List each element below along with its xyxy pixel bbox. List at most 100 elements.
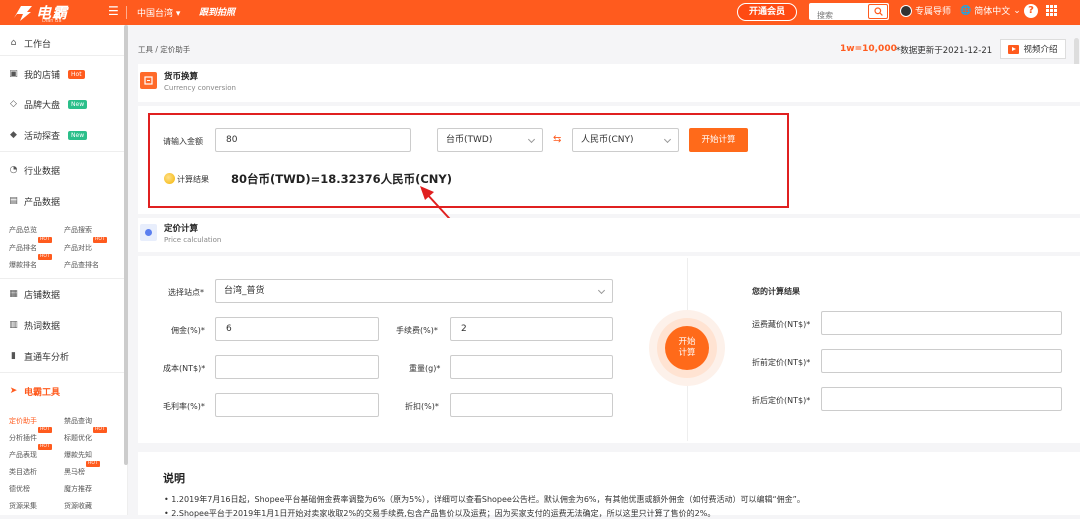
promo-link[interactable]: 跟到拍照 <box>199 5 235 18</box>
rocket-icon: ➤ <box>9 386 18 396</box>
sidebar-sub-item[interactable]: 黑马榜 <box>64 467 85 477</box>
shipping-label: 运费藏价(NT$)* <box>752 320 811 329</box>
sidebar-item-industry[interactable]: ◔ 行业数据 <box>9 164 60 178</box>
currency-subtitle: Currency conversion <box>164 84 236 92</box>
video-intro-button[interactable]: 视频介绍 <box>1000 39 1066 59</box>
sidebar-sub-item[interactable]: 货源收藏 <box>64 501 92 511</box>
after-price-output[interactable] <box>821 387 1062 411</box>
sidebar-item-product-data[interactable]: ▤ 产品数据 <box>9 195 60 209</box>
pricing-header-card: 定价计算 Price calculation <box>138 218 1080 252</box>
sidebar-sub-item[interactable]: 禁品查询 <box>64 416 92 426</box>
swap-icon[interactable]: ⇆ <box>553 134 561 145</box>
sidebar-item-keyword-data[interactable]: ▥ 热词数据 <box>9 319 60 333</box>
help-icon[interactable]: ? <box>1024 4 1038 18</box>
pricing-icon <box>140 224 157 241</box>
pricing-title: 定价计算 <box>164 224 199 234</box>
notes-title: 说明 <box>163 472 185 485</box>
calculate-button[interactable]: 开始 计算 <box>649 310 725 386</box>
fee-label: 手续费(%)* <box>396 326 438 335</box>
sidebar-item-workbench[interactable]: ⌂ 工作台 <box>9 37 51 51</box>
breadcrumb: 工具 / 定价助手 <box>138 45 191 54</box>
language-selector[interactable]: 🌐 简体中文 ⌄ <box>960 4 1021 18</box>
sidebar-sub-item[interactable]: 产品查排名 <box>64 260 99 270</box>
new-badge: New <box>68 131 88 140</box>
sidebar-sub-item[interactable]: 爆款先知 <box>64 450 92 460</box>
sidebar-sub-item[interactable]: 产品表现 <box>9 450 37 460</box>
sidebar-item-ads[interactable]: ▮ 直通车分析 <box>9 350 69 364</box>
chevron-down-icon <box>663 135 672 144</box>
result-label: 计算结果 <box>177 175 209 184</box>
cost-input[interactable] <box>215 355 379 379</box>
store-data-icon: ▦ <box>9 289 18 299</box>
brand-logo[interactable]: 电霸 Dian Ba <box>12 2 68 24</box>
sidebar-sub-item[interactable]: 爆款排名 <box>9 260 37 270</box>
margin-label: 毛利率(%)* <box>163 402 205 411</box>
hot-tag: HOT <box>38 237 52 243</box>
sidebar-item-store-data[interactable]: ▦ 店铺数据 <box>9 288 60 302</box>
sidebar-sub-item-active[interactable]: 定价助手 <box>9 416 37 426</box>
mentor-link[interactable]: 专属导师 <box>900 4 951 17</box>
notes-card <box>138 452 1080 515</box>
coin-icon <box>164 173 175 184</box>
search-input[interactable] <box>809 7 865 24</box>
video-icon <box>1008 44 1020 54</box>
hot-tag: HOT <box>93 237 107 243</box>
hot-badge: Hot <box>68 70 85 79</box>
fee-input[interactable]: 2 <box>450 317 613 341</box>
cost-label: 成本(NT$)* <box>163 364 206 373</box>
apps-grid-icon[interactable] <box>1046 5 1057 16</box>
sidebar-scrollbar[interactable] <box>124 25 128 465</box>
weight-label: 重量(g)* <box>409 364 441 373</box>
sidebar-sub-item[interactable]: 货源采集 <box>9 501 37 511</box>
convert-button[interactable]: 开始计算 <box>689 128 748 152</box>
currency-header-card: 货币换算 Currency conversion <box>138 64 1080 102</box>
home-icon: ⌂ <box>10 38 17 48</box>
discount-label: 折扣(%)* <box>405 402 439 411</box>
before-price-label: 折前定价(NT$)* <box>752 358 811 367</box>
vip-button[interactable]: 开通会员 <box>737 3 797 21</box>
after-price-label: 折后定价(NT$)* <box>752 396 811 405</box>
sidebar-item-activity[interactable]: ◆ 活动探查 New <box>9 129 88 142</box>
discount-input[interactable] <box>450 393 613 417</box>
box-icon: ▤ <box>9 196 18 206</box>
sidebar: ⌂ 工作台 ▣ 我的店铺 Hot ◇ 品牌大盘 New ◆ 活动探查 New ◔ 行业数据… <box>0 25 128 515</box>
top-bar: 电霸 Dian Ba ☰ 中国台湾 ▾ 跟到拍照 开通会员 专属导师 🌐 简体中… <box>0 0 1080 25</box>
sidebar-sub-item[interactable]: 标题优化 <box>64 433 92 443</box>
chevron-down-icon <box>597 286 606 295</box>
diamond-icon: ◇ <box>10 99 17 109</box>
commission-label: 佣金(%)* <box>171 326 205 335</box>
menu-toggle-icon[interactable]: ☰ <box>108 4 119 18</box>
sidebar-sub-item[interactable]: 德优榜 <box>9 484 30 494</box>
sidebar-item-brand-market[interactable]: ◇ 品牌大盘 New <box>9 98 88 111</box>
margin-input[interactable] <box>215 393 379 417</box>
bar-chart-icon: ▮ <box>11 351 16 361</box>
search-icon[interactable] <box>868 4 888 19</box>
from-currency-select[interactable]: 台币(TWD) <box>437 128 543 152</box>
sidebar-sub-item[interactable]: 类目选析 <box>9 467 37 477</box>
update-note: *数据更新于2021-12-21 <box>896 46 993 56</box>
logo-icon <box>12 4 34 22</box>
currency-icon <box>140 72 157 89</box>
commission-input[interactable]: 6 <box>215 317 379 341</box>
region-selector[interactable]: 中国台湾 ▾ <box>137 6 180 19</box>
unit-note: 1w=10,000 <box>840 44 897 54</box>
sidebar-sub-item[interactable]: 产品对比 <box>64 243 92 253</box>
sidebar-sub-item[interactable]: 产品排名 <box>9 243 37 253</box>
weight-input[interactable] <box>450 355 613 379</box>
store-icon: ▣ <box>9 69 18 79</box>
before-price-output[interactable] <box>821 349 1062 373</box>
sidebar-item-tools[interactable]: ➤ 电霸工具 <box>9 385 60 399</box>
to-currency-select[interactable]: 人民币(CNY) <box>572 128 679 152</box>
sidebar-sub-item[interactable]: 分析插件 <box>9 433 37 443</box>
hot-tag: HOT <box>38 444 52 450</box>
site-select[interactable]: 台湾_普货 <box>215 279 613 303</box>
sidebar-sub-item[interactable]: 产品总览 <box>9 225 37 235</box>
site-label: 选择站点* <box>168 288 204 297</box>
sidebar-sub-item[interactable]: 产品搜索 <box>64 225 92 235</box>
tag-icon: ◆ <box>10 130 17 140</box>
sidebar-item-my-store[interactable]: ▣ 我的店铺 Hot <box>9 68 85 81</box>
sidebar-sub-item[interactable]: 魔方推荐 <box>64 484 92 494</box>
chevron-down-icon <box>527 135 536 144</box>
amount-input[interactable]: 80 <box>215 128 411 152</box>
shipping-output[interactable] <box>821 311 1062 335</box>
